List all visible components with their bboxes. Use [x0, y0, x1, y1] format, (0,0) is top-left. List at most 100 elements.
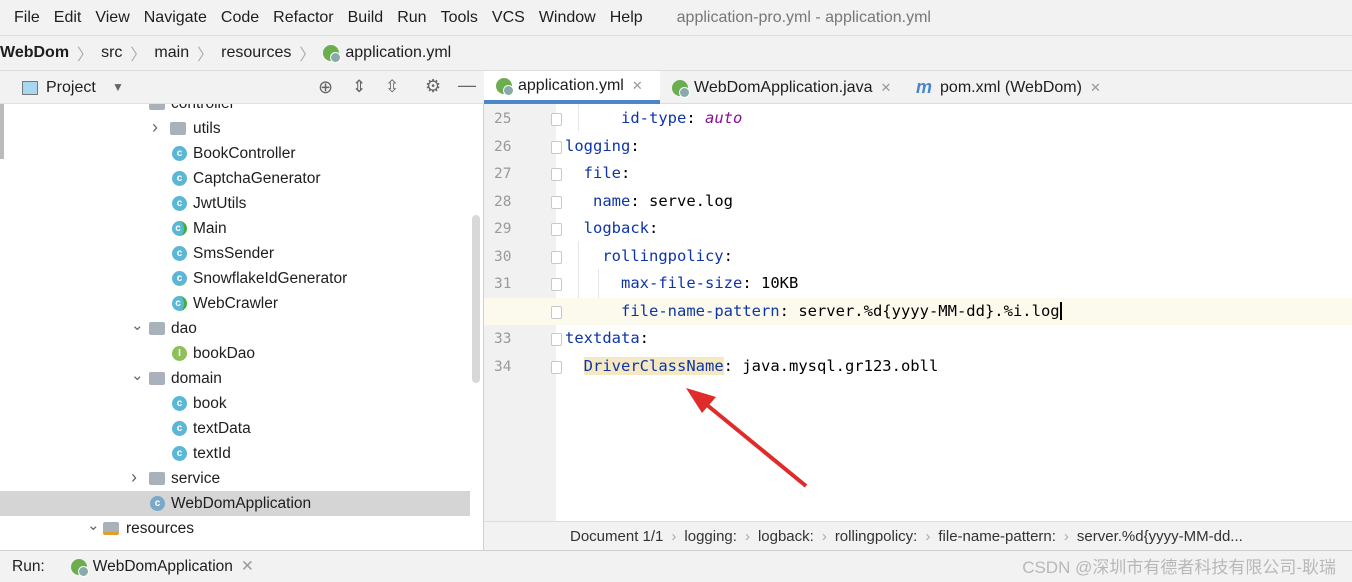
view-dropdown-icon[interactable]: ▼	[112, 80, 124, 94]
fold-marker-icon[interactable]	[551, 333, 562, 346]
tree-item-WebCrawler[interactable]: c WebCrawler	[0, 291, 470, 316]
close-icon[interactable]: ✕	[632, 78, 643, 94]
fold-marker-icon[interactable]	[551, 278, 562, 291]
class-icon: c	[172, 271, 187, 286]
close-icon[interactable]: ✕	[1090, 80, 1101, 96]
chevron-right-icon[interactable]: ›	[131, 467, 143, 488]
menu-refactor[interactable]: Refactor	[273, 9, 333, 27]
fold-marker-icon[interactable]	[551, 305, 562, 319]
yaml-key: DriverClassName	[583, 356, 724, 375]
yaml-key: name	[593, 191, 631, 210]
tree-item-bookDao[interactable]: IbookDao	[0, 341, 470, 366]
tab-application.yml[interactable]: application.yml ✕	[484, 71, 660, 104]
code-line: DriverClassName: java.mysql.gr123.obll	[583, 356, 939, 375]
tree-item-utils[interactable]: › utils	[0, 116, 470, 141]
expand-all-icon[interactable]: ⇕	[352, 77, 366, 97]
tree-item-textData[interactable]: c textData	[0, 416, 470, 441]
yaml-value: auto	[705, 109, 743, 127]
status-path-item[interactable]: logback:	[758, 528, 814, 545]
menu-bar: File Edit View Navigate Code Refactor Build Run…	[0, 0, 1352, 36]
project-panel-title[interactable]: Project	[46, 79, 96, 97]
chevron-down-icon[interactable]: ⌄	[131, 316, 144, 334]
tree-item-JwtUtils[interactable]: c JwtUtils	[0, 191, 470, 216]
breadcrumb-item[interactable]: application.yml	[323, 44, 451, 63]
tree-item-dao[interactable]: ⌄ dao	[0, 316, 470, 341]
fold-marker-icon[interactable]	[551, 360, 562, 374]
tree-item-label: JwtUtils	[193, 194, 247, 212]
breadcrumb-item[interactable]: src	[101, 44, 122, 62]
fold-marker-icon[interactable]	[551, 223, 562, 236]
tree-item-WebDomApplication[interactable]: c WebDomApplication	[0, 491, 470, 516]
spring-yaml-icon	[323, 45, 342, 63]
status-path-item[interactable]: server.%d{yyyy-MM-dd...	[1077, 528, 1243, 545]
locate-icon[interactable]: ⊕	[318, 77, 333, 98]
tree-item-service[interactable]: › service	[0, 466, 470, 491]
status-path-item[interactable]: rollingpolicy:	[835, 528, 918, 545]
tree-item-CaptchaGenerator[interactable]: c CaptchaGenerator	[0, 166, 470, 191]
fold-marker-icon[interactable]	[551, 250, 562, 264]
class-icon: c	[172, 446, 187, 461]
status-path-item[interactable]: Document 1/1	[570, 528, 663, 545]
fold-marker-icon[interactable]	[551, 140, 562, 154]
tree-item-resources[interactable]: ⌄ resources	[0, 516, 470, 541]
tree-item-label: resources	[126, 519, 195, 537]
class-icon: c	[172, 246, 187, 261]
interface-icon: I	[172, 346, 187, 361]
close-icon[interactable]: ✕	[241, 557, 254, 576]
tree-item-SnowflakeIdGenerator[interactable]: c SnowflakeIdGenerator	[0, 266, 470, 291]
tree-item-Main[interactable]: c Main	[0, 216, 470, 241]
tree-scrollbar[interactable]	[472, 215, 480, 383]
gear-icon[interactable]: ⚙	[425, 76, 441, 97]
collapse-all-icon[interactable]: ⇳	[385, 77, 399, 97]
menu-navigate[interactable]: Navigate	[144, 9, 207, 27]
tree-item-label: domain	[171, 369, 222, 387]
menu-vcs[interactable]: VCS	[492, 9, 525, 27]
menu-build[interactable]: Build	[348, 9, 384, 27]
tree-item-domain[interactable]: ⌄ domain	[0, 366, 470, 391]
status-path-item[interactable]: file-name-pattern:	[938, 528, 1056, 545]
tree-item-BookController[interactable]: c BookController	[0, 141, 470, 166]
tree-item-textId[interactable]: c textId	[0, 441, 470, 466]
tree-item-controller[interactable]: controller	[0, 104, 470, 116]
menu-run[interactable]: Run	[397, 9, 426, 27]
chevron-right-icon: 〉	[197, 47, 214, 64]
tree-item-label: service	[171, 469, 221, 487]
breadcrumb-item[interactable]: resources	[221, 44, 291, 62]
menu-edit[interactable]: Edit	[54, 9, 82, 27]
fold-marker-icon[interactable]	[551, 195, 562, 209]
status-path-item[interactable]: logging:	[684, 528, 737, 545]
class-icon: c	[172, 171, 187, 186]
menu-help[interactable]: Help	[610, 9, 643, 27]
code-line: logging:	[565, 136, 640, 155]
code-editor[interactable]: 25262728293031323334 id-type: autologgin…	[484, 104, 1352, 521]
tab-pom.xml (WebDom)[interactable]: m pom.xml (WebDom) ✕	[904, 71, 1104, 104]
chevron-down-icon[interactable]: ⌄	[87, 516, 100, 534]
menu-window[interactable]: Window	[539, 9, 596, 27]
menu-file[interactable]: File	[14, 9, 40, 27]
tab-WebDomApplication.java[interactable]: WebDomApplication.java ✕	[660, 71, 898, 104]
run-config-tab[interactable]: WebDomApplication	[93, 558, 233, 576]
tree-item-label: CaptchaGenerator	[193, 169, 321, 187]
tree-item-SmsSender[interactable]: c SmsSender	[0, 241, 470, 266]
chevron-down-icon[interactable]: ⌄	[131, 366, 144, 384]
menu-code[interactable]: Code	[221, 9, 259, 27]
breadcrumb-item[interactable]: main	[154, 44, 189, 62]
tree-item-book[interactable]: c book	[0, 391, 470, 416]
tree-item-label: WebCrawler	[193, 294, 278, 312]
code-line: file-name-pattern: server.%d{yyyy-MM-dd}…	[621, 301, 1062, 320]
minimize-icon[interactable]: —	[458, 75, 476, 96]
yaml-key: rollingpolicy	[602, 246, 724, 265]
line-number: 31	[494, 276, 512, 292]
fold-marker-icon[interactable]	[551, 113, 562, 126]
breadcrumb-item[interactable]: WebDom	[0, 44, 69, 62]
line-number: 25	[494, 111, 512, 127]
fold-marker-icon[interactable]	[551, 168, 562, 181]
menu-tools[interactable]: Tools	[441, 9, 478, 27]
watermark: CSDN @深圳市有德者科技有限公司-耿瑞	[1022, 558, 1336, 577]
chevron-right-icon[interactable]: ›	[152, 117, 164, 138]
code-line: name: serve.log	[593, 191, 733, 210]
left-scrollbar[interactable]	[0, 104, 4, 159]
menu-view[interactable]: View	[95, 9, 129, 27]
close-icon[interactable]: ✕	[880, 80, 891, 96]
line-number: 30	[494, 248, 512, 265]
